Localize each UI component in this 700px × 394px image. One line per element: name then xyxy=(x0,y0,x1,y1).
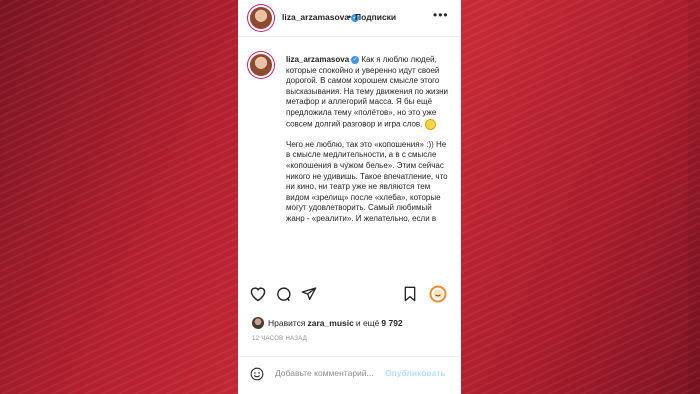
liker-username[interactable]: zara_music xyxy=(308,318,354,328)
caption-avatar[interactable] xyxy=(250,54,272,76)
liker-avatar xyxy=(252,317,264,329)
post-header: liza_arzamasova ✓ • Подписки ••• xyxy=(238,0,461,37)
heart-icon[interactable] xyxy=(249,286,267,302)
post-timestamp[interactable]: 12 ЧАСОВ НАЗАД xyxy=(252,336,307,342)
bookmark-icon[interactable] xyxy=(403,286,417,302)
author-avatar[interactable] xyxy=(250,7,272,29)
caption-paragraph-1: Как я люблю людей, которые спокойно и ув… xyxy=(286,55,449,129)
comment-icon[interactable] xyxy=(275,286,292,303)
likes-count[interactable]: 9 792 xyxy=(381,318,402,328)
author-username[interactable]: liza_arzamasova xyxy=(282,12,349,22)
more-icon[interactable]: ••• xyxy=(433,8,449,22)
following-button[interactable]: Подписки xyxy=(355,12,396,22)
right-edge-strip xyxy=(688,0,700,394)
publish-button[interactable]: Опубликовать xyxy=(385,368,446,378)
comment-input[interactable]: Добавьте комментарий... xyxy=(275,368,374,378)
emoji-picker-icon[interactable] xyxy=(250,367,264,381)
post-card: liza_arzamasova ✓ • Подписки ••• liza_arz… xyxy=(238,0,461,394)
likes-prefix: Нравится xyxy=(268,318,306,328)
emoji-icon[interactable] xyxy=(429,285,447,303)
likes-summary: Нравится zara_music и ещё 9 792 xyxy=(252,317,405,329)
caption-username[interactable]: liza_arzamasova xyxy=(286,55,349,64)
comment-bar: Добавьте комментарий... Опубликовать xyxy=(238,356,461,394)
share-icon[interactable] xyxy=(301,286,317,302)
caption-paragraph-2: Чего не люблю, так это «копошения» :)) Н… xyxy=(286,139,448,223)
verified-icon: ✓ xyxy=(351,55,360,64)
caption-text: liza_arzamasova ✓ Как я люблю людей, кото… xyxy=(286,55,450,225)
smile-emoji xyxy=(424,118,436,130)
likes-middle: и ещё xyxy=(355,318,380,328)
caption-area: liza_arzamasova ✓ Как я люблю людей, кото… xyxy=(238,46,461,278)
separator-dot: • xyxy=(348,12,352,22)
